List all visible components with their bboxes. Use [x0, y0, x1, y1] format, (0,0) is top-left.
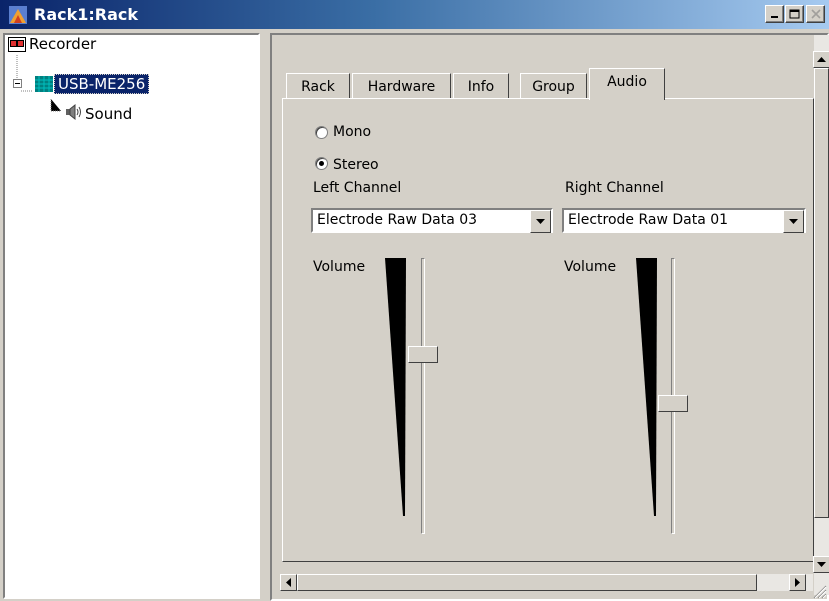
collapse-toggle[interactable] — [13, 79, 22, 88]
stereo-radio[interactable] — [315, 157, 328, 170]
tree-item-usb-me256[interactable]: USB-ME256 — [54, 74, 150, 94]
left-volume-track — [421, 258, 425, 534]
left-channel-select[interactable]: Electrode Raw Data 03 — [311, 208, 553, 233]
minimize-button[interactable] — [765, 5, 784, 23]
resize-grip-icon[interactable] — [810, 582, 827, 599]
right-channel-dropdown-button[interactable] — [783, 210, 804, 233]
rack-tree[interactable]: Recorder USB-ME256 Sound — [3, 33, 260, 599]
mono-label[interactable]: Mono — [333, 124, 371, 140]
scroll-left-button[interactable] — [280, 574, 297, 591]
right-volume-wedge — [636, 258, 657, 516]
left-volume-wedge — [385, 258, 406, 516]
scroll-right-button[interactable] — [789, 574, 806, 591]
right-volume-label: Volume — [564, 259, 617, 275]
left-channel-dropdown-button[interactable] — [530, 210, 551, 233]
maximize-button[interactable] — [785, 5, 804, 23]
left-channel-label: Left Channel — [313, 180, 402, 196]
arrow-right-icon — [794, 578, 800, 587]
device-icon — [35, 76, 53, 92]
close-button[interactable] — [806, 5, 825, 23]
tab-info[interactable]: Info — [453, 73, 509, 99]
app-icon — [9, 6, 27, 24]
right-channel-label: Right Channel — [565, 180, 664, 196]
chevron-down-icon — [789, 218, 798, 224]
speaker-icon — [66, 103, 81, 121]
mono-radio[interactable] — [315, 126, 328, 139]
tab-audio[interactable]: Audio — [589, 68, 665, 100]
close-icon — [810, 9, 821, 19]
maximize-icon — [789, 9, 800, 19]
tab-rack[interactable]: Rack — [286, 73, 350, 99]
splitter[interactable] — [260, 29, 268, 601]
scroll-down-button[interactable] — [813, 556, 829, 573]
right-channel-select[interactable]: Electrode Raw Data 01 — [562, 208, 806, 233]
window-title: Rack1:Rack — [34, 5, 139, 24]
tab-hardware[interactable]: Hardware — [352, 73, 451, 99]
left-volume-slider[interactable] — [408, 346, 438, 364]
chevron-down-icon — [536, 218, 545, 224]
arrow-down-icon — [817, 561, 826, 567]
vertical-scroll-thumb[interactable] — [814, 68, 829, 518]
minimize-icon — [770, 16, 778, 18]
left-volume-label: Volume — [313, 259, 366, 275]
title-bar[interactable]: Rack1:Rack — [0, 0, 829, 29]
stereo-label[interactable]: Stereo — [333, 157, 379, 173]
arrow-left-icon — [285, 578, 291, 587]
tree-item-sound[interactable]: Sound — [85, 105, 132, 123]
right-volume-slider[interactable] — [658, 395, 688, 413]
tab-group[interactable]: Group — [520, 73, 587, 99]
scroll-up-button[interactable] — [813, 51, 829, 68]
arrow-up-icon — [817, 56, 826, 62]
horizontal-scroll-thumb[interactable] — [297, 574, 757, 591]
